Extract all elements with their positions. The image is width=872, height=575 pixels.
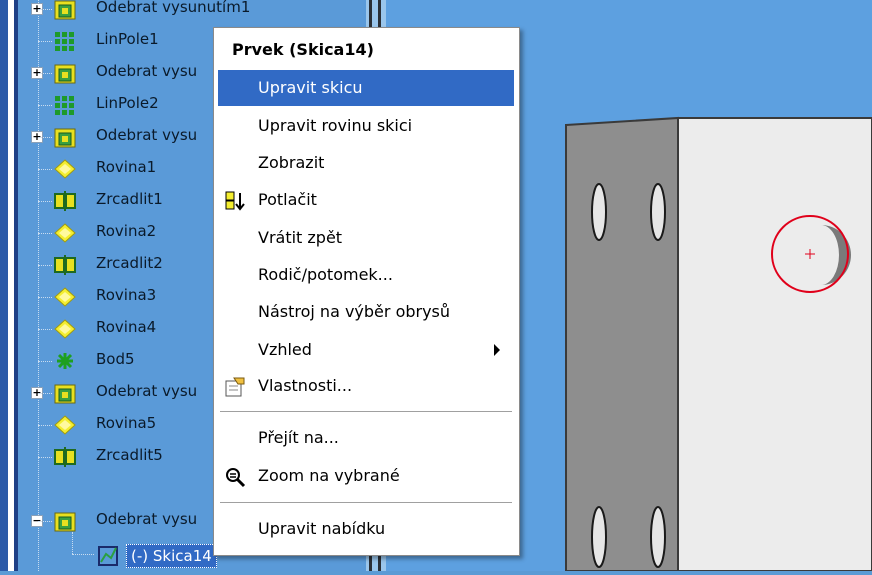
plane-icon [54, 414, 76, 436]
tree-connector [38, 521, 52, 522]
tree-item-label: Rovina4 [96, 318, 157, 336]
menu-item-contour-select-tool[interactable]: Nástroj na výběr obrysů [218, 294, 514, 330]
menu-item-edit-sketch-plane[interactable]: Upravit rovinu skici [218, 108, 514, 144]
menu-item-edit-sketch[interactable]: Upravit skicu [218, 70, 514, 106]
menu-item-label: Přejít na... [258, 428, 339, 447]
tree-item[interactable]: + Odebrat vysunutím1 [0, 0, 366, 25]
tree-connector [38, 201, 52, 202]
point-icon [54, 350, 76, 372]
menu-item-undo[interactable]: Vrátit zpět [218, 220, 514, 256]
menu-item-label: Nástroj na výběr obrysů [258, 302, 451, 321]
mirror-icon [54, 446, 76, 468]
tree-item-label: Odebrat vysu [96, 382, 198, 400]
menu-item-label: Rodič/potomek... [258, 265, 393, 284]
zoom-selected-icon [224, 466, 246, 488]
menu-item-label: Potlačit [258, 190, 317, 209]
tree-connector [38, 393, 52, 394]
menu-item-label: Upravit rovinu skici [258, 116, 413, 135]
cut-extrude-icon [54, 510, 76, 532]
tree-item-label: Odebrat vysu [96, 510, 198, 528]
plane-icon [54, 286, 76, 308]
tree-connector [38, 457, 52, 458]
tree-item-label: LinPole2 [96, 94, 159, 112]
tree-connector [38, 329, 52, 330]
cut-extrude-icon [54, 62, 76, 84]
tree-connector [38, 265, 52, 266]
plane-icon [54, 158, 76, 180]
menu-item-label: Upravit skicu [258, 78, 363, 97]
tree-connector [38, 169, 52, 170]
menu-item-label: Zobrazit [258, 153, 325, 172]
tree-item-label: Rovina5 [96, 414, 157, 432]
menu-item-show[interactable]: Zobrazit [218, 145, 514, 181]
context-menu: Prvek (Skica14) Upravit skicu Upravit ro… [213, 27, 520, 556]
tree-item-label: Rovina2 [96, 222, 157, 240]
sketch-icon [98, 544, 120, 566]
tree-connector [38, 425, 52, 426]
menu-item-label: Upravit nabídku [258, 519, 386, 538]
tree-connector [38, 73, 52, 74]
menu-item-parent-child[interactable]: Rodič/potomek... [218, 257, 514, 293]
tree-connector [38, 297, 52, 298]
menu-item-label: Zoom na vybrané [258, 466, 400, 485]
tree-item-label: Rovina3 [96, 286, 157, 304]
menu-item-appearance[interactable]: Vzhled [218, 332, 514, 368]
tree-item-label: Zrcadlit1 [96, 190, 163, 208]
tree-item-label: Zrcadlit5 [96, 446, 163, 464]
tree-connector [38, 361, 52, 362]
tree-item-label: Odebrat vysu [96, 62, 198, 80]
linear-pattern-icon [54, 94, 76, 116]
tree-item-label: Odebrat vysunutím1 [96, 0, 251, 16]
cut-extrude-icon [54, 0, 76, 20]
tree-connector [38, 9, 52, 10]
suppress-icon [224, 190, 246, 212]
mirror-icon [54, 254, 76, 276]
menu-separator [220, 411, 512, 412]
plane-icon [54, 222, 76, 244]
tree-connector [38, 233, 52, 234]
tree-item-label: Odebrat vysu [96, 126, 198, 144]
tree-item-selected-sketch[interactable]: (-) Skica14 [126, 544, 217, 568]
context-menu-title: Prvek (Skica14) [232, 40, 374, 59]
linear-pattern-icon [54, 30, 76, 52]
menu-separator [220, 502, 512, 503]
menu-item-label: Vzhled [258, 340, 312, 359]
menu-item-properties[interactable]: Vlastnosti... [218, 368, 514, 404]
tree-item-label: Bod5 [96, 350, 135, 368]
menu-item-label: Vlastnosti... [258, 376, 353, 395]
tree-item-label: LinPole1 [96, 30, 159, 48]
menu-item-suppress[interactable]: Potlačit [218, 182, 514, 218]
cut-extrude-icon [54, 126, 76, 148]
tree-item-label: Zrcadlit2 [96, 254, 163, 272]
tree-connector [38, 105, 52, 106]
cut-extrude-icon [54, 382, 76, 404]
tree-connector [38, 41, 52, 42]
tree-connector [38, 137, 52, 138]
submenu-arrow-icon [494, 344, 500, 356]
menu-item-go-to[interactable]: Přejít na... [218, 420, 514, 456]
properties-icon [224, 376, 246, 398]
tree-item-label: Rovina1 [96, 158, 157, 176]
tree-child-connector-h [72, 554, 94, 555]
plane-icon [54, 318, 76, 340]
menu-item-zoom-to-selection[interactable]: Zoom na vybrané [218, 458, 514, 494]
tree-child-connector [72, 532, 74, 554]
mirror-icon [54, 190, 76, 212]
menu-item-customize-menu[interactable]: Upravit nabídku [218, 511, 514, 547]
menu-item-label: Vrátit zpět [258, 228, 343, 247]
